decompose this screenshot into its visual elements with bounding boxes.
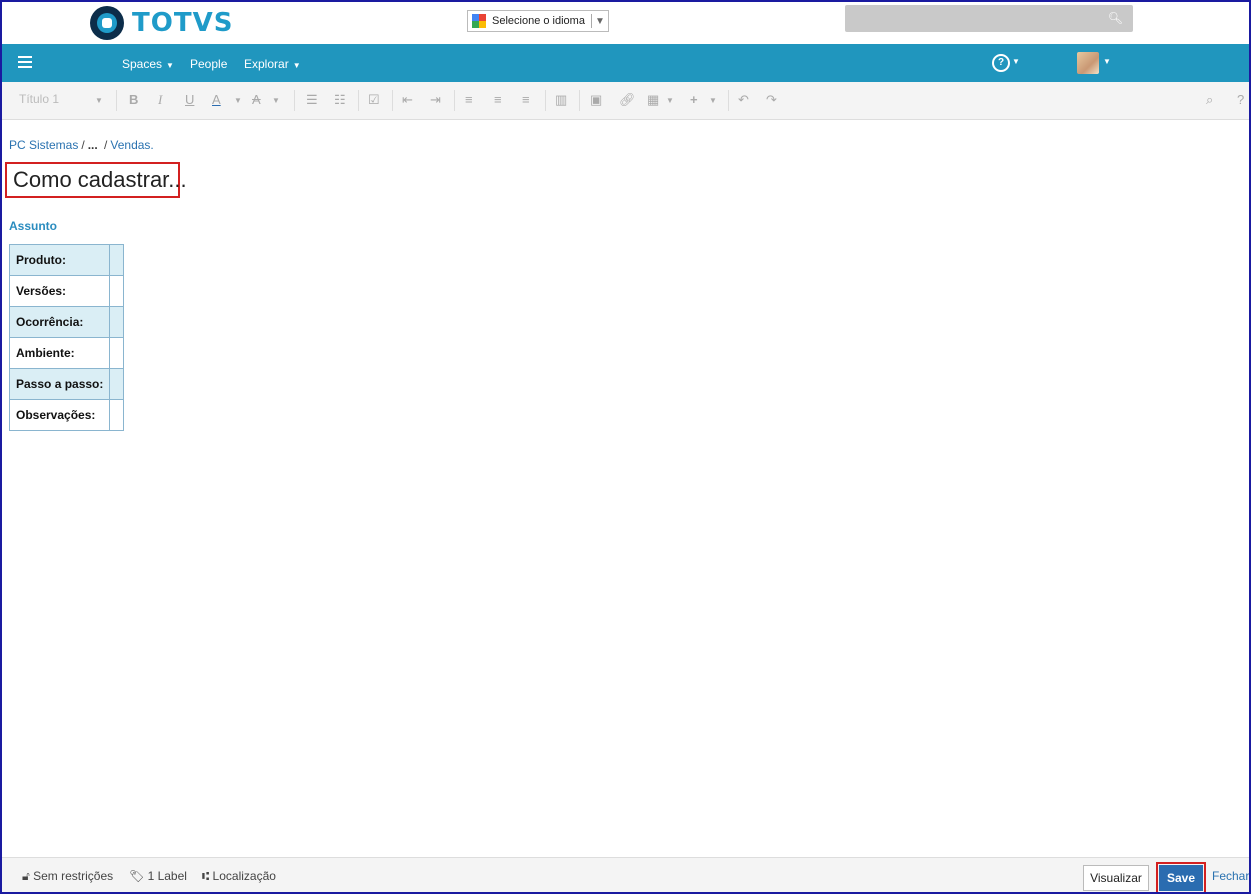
align-center-icon[interactable]: ≡: [494, 92, 502, 107]
indent-icon[interactable]: ⇥: [430, 92, 441, 108]
search-icon: 🔍︎: [1107, 11, 1123, 25]
labels-button[interactable]: 🏷︎ 1 Label: [129, 869, 187, 883]
totvs-logo[interactable]: TOTVS: [90, 6, 233, 40]
menu-icon[interactable]: [18, 56, 32, 68]
unlock-icon: 🔓︎: [22, 869, 34, 883]
editor-footer: 🔓︎ Sem restrições 🏷︎ 1 Label ⑆ Localizaç…: [2, 857, 1249, 892]
align-left-icon[interactable]: ≡: [465, 92, 473, 107]
bold-icon[interactable]: B: [129, 92, 138, 107]
table-row: Passo a passo:: [8, 368, 125, 400]
text-color-icon[interactable]: A: [212, 92, 221, 107]
logo-text: TOTVS: [132, 8, 234, 38]
heading-style-select[interactable]: Título 1: [19, 92, 59, 106]
avatar[interactable]: [1077, 52, 1099, 74]
table-cell[interactable]: [109, 275, 125, 307]
caret-down-icon: ▼: [292, 61, 301, 70]
chevron-down-icon[interactable]: ▼: [272, 96, 280, 105]
language-selector[interactable]: Selecione o idioma ▼: [467, 10, 609, 32]
redo-icon[interactable]: ↷: [766, 92, 777, 108]
table-label[interactable]: Versões:: [8, 275, 111, 307]
table-label[interactable]: Passo a passo:: [8, 368, 111, 400]
link-icon[interactable]: 🔗︎: [619, 92, 636, 108]
undo-icon[interactable]: ↶: [738, 92, 749, 108]
numbered-list-icon[interactable]: ☷: [334, 92, 346, 108]
task-list-icon[interactable]: ☑: [368, 92, 380, 108]
table-row: Observações:: [8, 399, 125, 431]
breadcrumb: PC Sistemas /... / Vendas.: [9, 138, 154, 152]
table-icon[interactable]: ▦: [647, 92, 659, 108]
main-nav: Spaces ▼ People Explorar ▼ ? ▼ ▼: [2, 44, 1249, 82]
layout-icon[interactable]: ▥: [555, 92, 567, 108]
restrictions-button[interactable]: 🔓︎ Sem restrições: [22, 869, 113, 884]
google-translate-icon: [472, 14, 486, 28]
table-row: Versões:: [8, 275, 125, 307]
search-icon[interactable]: ⌕: [1206, 92, 1213, 108]
close-link[interactable]: Fechar: [1212, 869, 1249, 883]
page-title[interactable]: Como cadastrar...: [13, 167, 187, 193]
insert-icon[interactable]: +: [690, 92, 698, 107]
page-title-highlight: Como cadastrar...: [5, 162, 187, 198]
table-label[interactable]: Ocorrência:: [8, 306, 111, 338]
breadcrumb-root[interactable]: PC Sistemas: [9, 138, 78, 152]
save-button[interactable]: Save: [1159, 865, 1203, 891]
caret-down-icon[interactable]: ▼: [1103, 57, 1111, 66]
table-label[interactable]: Produto:: [8, 244, 111, 276]
tag-icon: 🏷︎: [129, 869, 148, 883]
totvs-logo-icon: [90, 6, 124, 40]
outdent-icon[interactable]: ⇤: [402, 92, 413, 108]
location-button[interactable]: ⑆ Localização: [202, 869, 276, 883]
bullet-list-icon[interactable]: ☰: [306, 92, 318, 108]
chevron-down-icon[interactable]: ▼: [95, 96, 103, 105]
top-bar: TOTVS Selecione o idioma ▼ 🔍︎: [2, 2, 1249, 46]
table-cell[interactable]: [109, 399, 125, 431]
breadcrumb-current[interactable]: Vendas.: [110, 138, 153, 152]
table-row: Ambiente:: [8, 337, 125, 369]
table-label[interactable]: Observações:: [8, 399, 111, 431]
table-cell[interactable]: [109, 244, 125, 276]
table-label[interactable]: Ambiente:: [8, 337, 111, 369]
app-window: TOTVS Selecione o idioma ▼ 🔍︎ Spaces ▼ Pe…: [0, 0, 1251, 894]
dropdown-arrow-icon: ▼: [595, 15, 605, 27]
search-input[interactable]: 🔍︎: [845, 5, 1133, 32]
save-button-highlight: Save: [1156, 862, 1206, 892]
table-row: Produto:: [8, 244, 125, 276]
chevron-down-icon[interactable]: ▼: [709, 96, 717, 105]
italic-icon[interactable]: I: [158, 92, 162, 108]
help-icon[interactable]: ?: [992, 54, 1010, 72]
preview-button[interactable]: Visualizar: [1083, 865, 1149, 891]
chevron-down-icon[interactable]: ▼: [666, 96, 674, 105]
underline-icon[interactable]: U: [185, 92, 194, 107]
editor-toolbar: Título 1 ▼ B I U A ▼ A ▼ ☰ ☷ ☑ ⇤ ⇥ ≡ ≡ ≡…: [2, 82, 1249, 120]
subject-table: Produto: Versões: Ocorrência: Ambiente: …: [8, 244, 125, 431]
nav-people[interactable]: People: [190, 57, 227, 71]
chevron-down-icon[interactable]: ▼: [234, 96, 242, 105]
help-icon[interactable]: ?: [1237, 92, 1244, 107]
align-right-icon[interactable]: ≡: [522, 92, 530, 107]
table-row: Ocorrência:: [8, 306, 125, 338]
nav-spaces[interactable]: Spaces ▼: [122, 57, 174, 71]
hierarchy-icon: ⑆: [202, 869, 213, 883]
clear-format-icon[interactable]: A: [252, 92, 261, 107]
breadcrumb-ellipsis[interactable]: ...: [88, 138, 98, 152]
table-cell[interactable]: [109, 368, 125, 400]
caret-down-icon[interactable]: ▼: [1012, 57, 1020, 66]
caret-down-icon: ▼: [166, 61, 174, 70]
language-label: Selecione o idioma: [492, 15, 585, 27]
table-cell[interactable]: [109, 337, 125, 369]
section-heading[interactable]: Assunto: [9, 219, 57, 233]
nav-explorar[interactable]: Explorar ▼: [244, 57, 301, 71]
table-cell[interactable]: [109, 306, 125, 338]
image-icon[interactable]: ▣: [590, 92, 602, 108]
